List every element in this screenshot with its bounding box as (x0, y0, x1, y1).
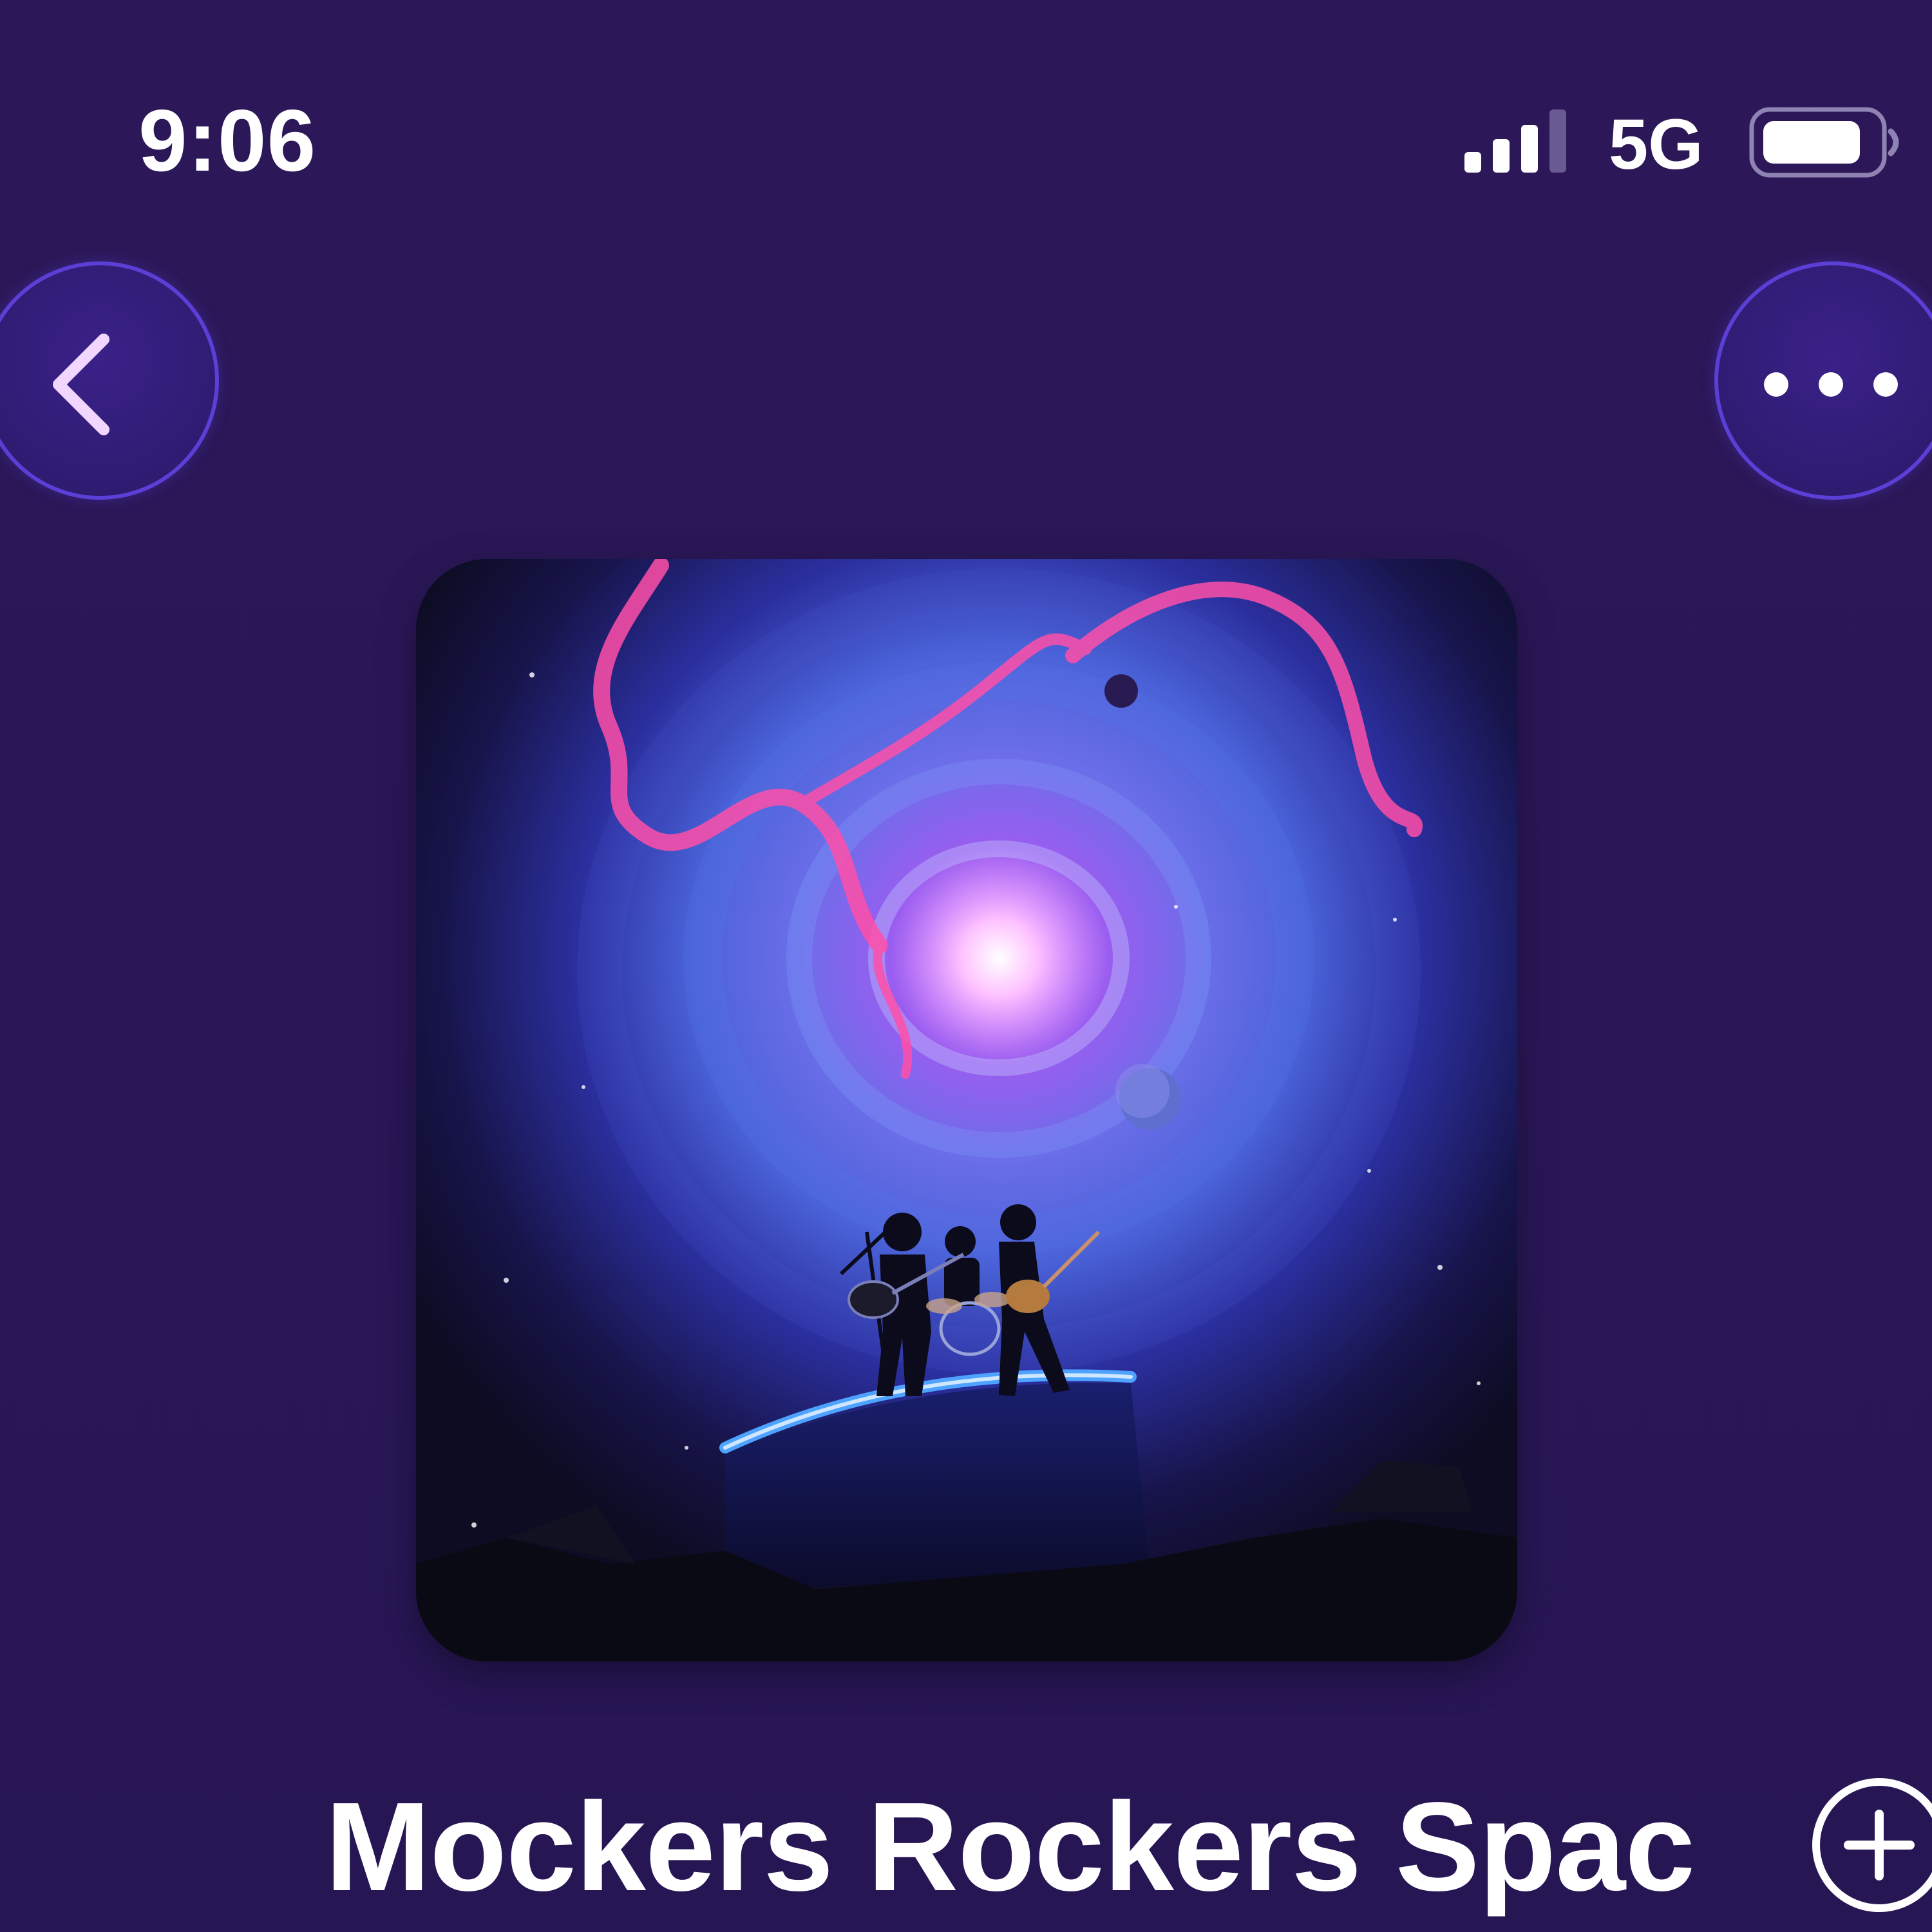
chevron-left-icon (53, 334, 109, 435)
status-time: 9:06 (138, 91, 317, 189)
playlist-artwork (416, 559, 1517, 1662)
plus-circle-icon[interactable] (1808, 1774, 1932, 1932)
signal-strength-icon (1464, 109, 1566, 173)
more-options-button[interactable] (1714, 261, 1932, 500)
playlist-title: Mockers Rockers Spac (325, 1776, 1695, 1917)
playlist-screen: 9:06 5G Mockers Rockers Spac (0, 0, 1932, 1932)
battery-icon (1749, 107, 1899, 178)
ellipsis-icon (1764, 372, 1898, 397)
network-type: 5G (1609, 105, 1703, 184)
back-button[interactable] (0, 261, 219, 500)
